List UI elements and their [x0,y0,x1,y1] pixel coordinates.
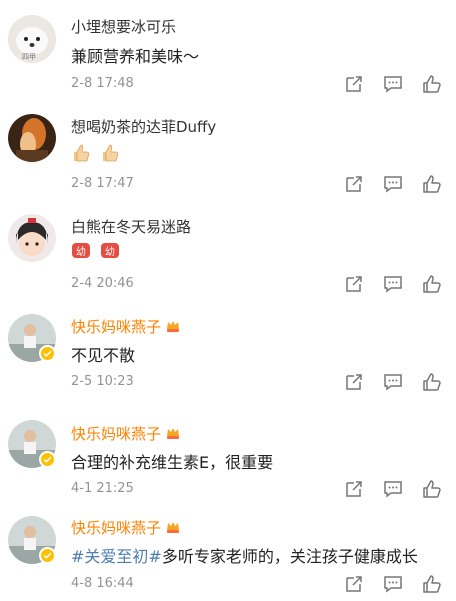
comment-time: 2-5 10:23 [71,374,134,389]
comment-body: 多听专家老师的，关注孩子健康成长 [161,547,418,566]
comment-text: 合理的补充维生素E，很重要 [71,453,274,472]
avatar-label: 四甲 [22,53,36,61]
username-text: 快乐妈咪燕子 [71,519,162,537]
comment-icon[interactable] [383,372,403,392]
comment-text: 幼 幼 [71,241,124,262]
crown-vip-icon [167,522,180,533]
crown-vip-icon [167,428,180,439]
verified-badge-icon [39,547,56,564]
username-text: 快乐妈咪燕子 [71,318,162,336]
username[interactable]: 快乐妈咪燕子 [71,316,181,337]
verified-badge-icon [39,345,56,362]
comment-actions [344,479,442,499]
avatar[interactable] [8,314,56,362]
like-icon[interactable] [422,479,442,499]
username[interactable]: 快乐妈咪燕子 [71,517,181,538]
jiayou-emoji: 幼 [72,243,90,258]
comment-actions [344,274,442,294]
comment-time: 2-4 20:46 [71,276,134,291]
comment-text: 不见不散 [71,346,136,365]
comment-icon[interactable] [383,479,403,499]
comment-actions [344,174,442,194]
avatar[interactable] [8,516,56,564]
thumbs-up-emoji [103,144,119,162]
share-icon[interactable] [344,174,364,194]
avatar[interactable] [8,420,56,468]
emoji-label: 幼 [105,245,115,258]
comment-actions [344,74,442,94]
share-icon[interactable] [344,479,364,499]
share-icon[interactable] [344,574,364,594]
username[interactable]: 白熊在冬天易迷路 [71,216,191,237]
comment-text [71,143,124,164]
crown-vip-icon [167,321,180,332]
comment-actions [344,372,442,392]
comment-time: 4-8 16:44 [71,576,134,591]
comment-time: 4-1 21:25 [71,481,134,496]
username[interactable]: 想喝奶茶的达菲Duffy [71,116,216,137]
avatar[interactable] [8,214,56,262]
comment-icon[interactable] [383,274,403,294]
emoji-label: 幼 [76,245,86,258]
comment-actions [344,574,442,594]
thumbs-up-emoji [74,144,90,162]
username[interactable]: 快乐妈咪燕子 [71,423,181,444]
username[interactable]: 小埋想要冰可乐 [71,16,176,37]
comment-text: 兼顾营养和美味～ [71,47,200,66]
jiayou-emoji: 幼 [101,243,120,258]
like-icon[interactable] [422,372,442,392]
like-icon[interactable] [422,574,442,594]
like-icon[interactable] [422,174,442,194]
like-icon[interactable] [422,274,442,294]
topic-link[interactable]: #关爱至初# [71,547,162,566]
avatar[interactable]: 四甲 [8,15,56,63]
comment-icon[interactable] [383,74,403,94]
verified-badge-icon [39,451,56,468]
comment-time: 2-8 17:47 [71,176,134,191]
comment-icon[interactable] [383,174,403,194]
share-icon[interactable] [344,274,364,294]
share-icon[interactable] [344,372,364,392]
comment-icon[interactable] [383,574,403,594]
like-icon[interactable] [422,74,442,94]
username-text: 快乐妈咪燕子 [71,425,162,443]
comment-time: 2-8 17:48 [71,76,134,91]
share-icon[interactable] [344,74,364,94]
avatar[interactable] [8,114,56,162]
comment-text: #关爱至初#多听专家老师的，关注孩子健康成长 [71,543,418,567]
